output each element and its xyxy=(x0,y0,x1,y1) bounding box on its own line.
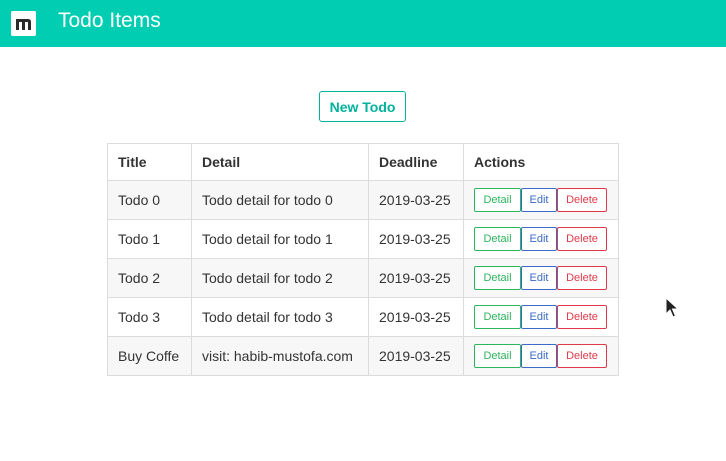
cell-title: Todo 3 xyxy=(107,297,192,337)
delete-button[interactable]: Delete xyxy=(557,305,607,329)
cell-deadline: 2019-03-25 xyxy=(368,258,464,298)
detail-button[interactable]: Detail xyxy=(474,344,521,368)
column-header-deadline: Deadline xyxy=(368,143,464,181)
cell-actions: Detail Edit Delete xyxy=(463,180,619,220)
detail-button[interactable]: Detail xyxy=(474,188,521,212)
table-row: Buy Coffe visit: habib-mustofa.com 2019-… xyxy=(107,336,619,376)
table-row: Todo 0 Todo detail for todo 0 2019-03-25… xyxy=(107,180,619,220)
cell-title: Todo 1 xyxy=(107,219,192,259)
cell-deadline: 2019-03-25 xyxy=(368,180,464,220)
table-row: Todo 2 Todo detail for todo 2 2019-03-25… xyxy=(107,258,619,298)
delete-button[interactable]: Delete xyxy=(557,188,607,212)
cell-deadline: 2019-03-25 xyxy=(368,297,464,337)
edit-button[interactable]: Edit xyxy=(521,344,557,368)
table-header-row: Title Detail Deadline Actions xyxy=(107,143,619,181)
delete-button[interactable]: Delete xyxy=(557,227,607,251)
m-logo-icon[interactable] xyxy=(11,11,36,36)
app-header: Todo Items xyxy=(0,0,726,47)
page-title: Todo Items xyxy=(58,9,161,32)
detail-button[interactable]: Detail xyxy=(474,305,521,329)
cell-detail: visit: habib-mustofa.com xyxy=(191,336,369,376)
cell-detail: Todo detail for todo 3 xyxy=(191,297,369,337)
detail-button[interactable]: Detail xyxy=(474,266,521,290)
column-header-actions: Actions xyxy=(463,143,619,181)
cell-deadline: 2019-03-25 xyxy=(368,336,464,376)
cell-actions: Detail Edit Delete xyxy=(463,258,619,298)
column-header-title: Title xyxy=(107,143,192,181)
edit-button[interactable]: Edit xyxy=(521,266,557,290)
cell-title: Todo 2 xyxy=(107,258,192,298)
column-header-detail: Detail xyxy=(191,143,369,181)
cell-title: Buy Coffe xyxy=(107,336,192,376)
new-todo-button[interactable]: New Todo xyxy=(319,91,406,122)
delete-button[interactable]: Delete xyxy=(557,266,607,290)
edit-button[interactable]: Edit xyxy=(521,227,557,251)
edit-button[interactable]: Edit xyxy=(521,305,557,329)
table-row: Todo 1 Todo detail for todo 1 2019-03-25… xyxy=(107,219,619,259)
table-row: Todo 3 Todo detail for todo 3 2019-03-25… xyxy=(107,297,619,337)
cell-actions: Detail Edit Delete xyxy=(463,219,619,259)
cell-deadline: 2019-03-25 xyxy=(368,219,464,259)
cell-detail: Todo detail for todo 1 xyxy=(191,219,369,259)
detail-button[interactable]: Detail xyxy=(474,227,521,251)
cell-actions: Detail Edit Delete xyxy=(463,336,619,376)
delete-button[interactable]: Delete xyxy=(557,344,607,368)
cell-title: Todo 0 xyxy=(107,180,192,220)
mouse-cursor-icon xyxy=(665,296,680,324)
todo-table: Title Detail Deadline Actions Todo 0 Tod… xyxy=(107,143,619,376)
cell-detail: Todo detail for todo 2 xyxy=(191,258,369,298)
cell-actions: Detail Edit Delete xyxy=(463,297,619,337)
cell-detail: Todo detail for todo 0 xyxy=(191,180,369,220)
edit-button[interactable]: Edit xyxy=(521,188,557,212)
